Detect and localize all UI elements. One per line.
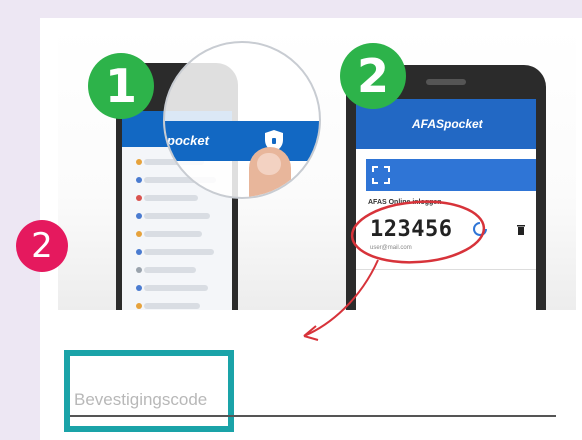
step-2-badge: 2 (340, 43, 406, 109)
input-underline (70, 415, 556, 417)
step-2-number: 2 (356, 49, 389, 103)
instruction-image: pocket 1 AFASpocket AFAS Online inloggen… (58, 25, 576, 310)
confirmation-code-input[interactable]: Bevestigingscode (74, 390, 207, 410)
code-highlight-ellipse (350, 200, 486, 264)
annotation-marker-number: 2 (31, 226, 53, 266)
annotation-marker: 2 (16, 220, 68, 272)
